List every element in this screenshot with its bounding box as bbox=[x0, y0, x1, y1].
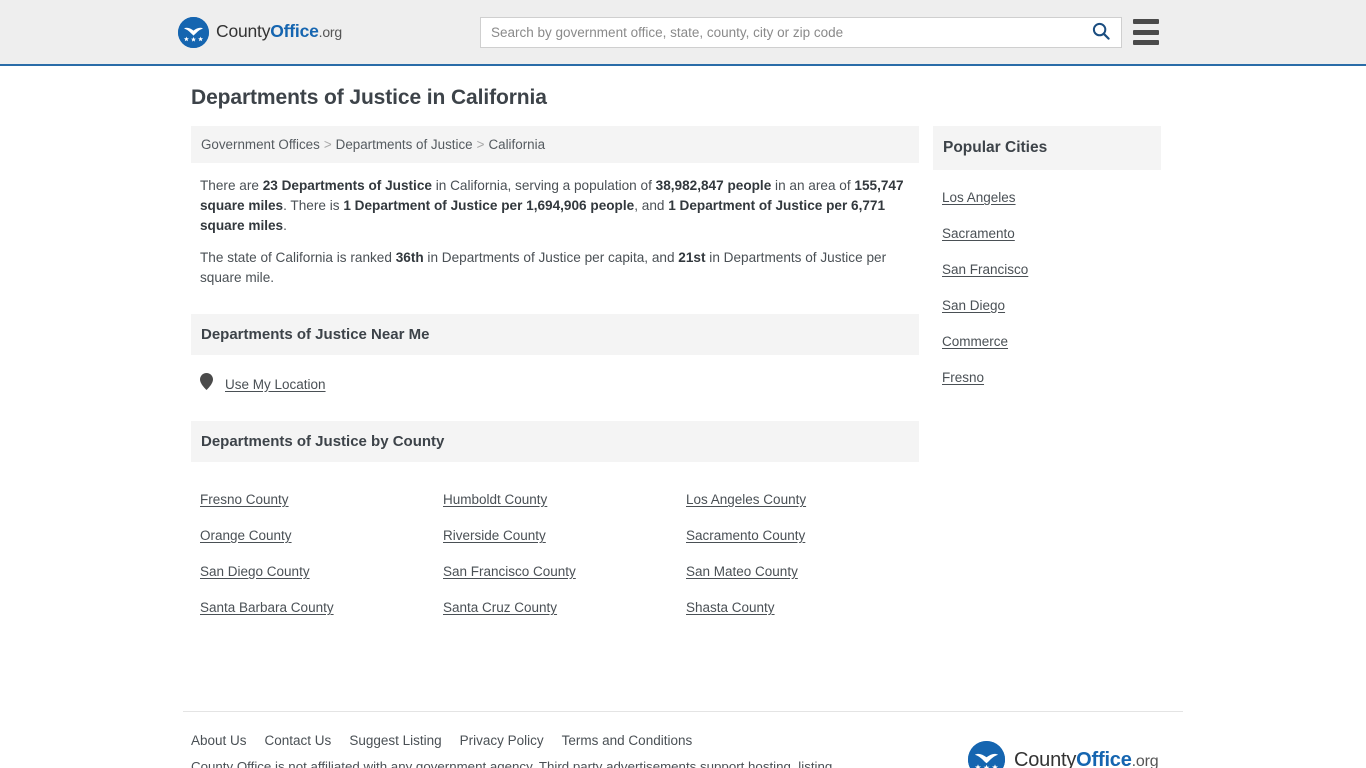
sidebar: Popular Cities Los Angeles Sacramento Sa… bbox=[933, 126, 1161, 396]
city-link[interactable]: San Diego bbox=[942, 288, 1152, 324]
breadcrumb-item-california[interactable]: California bbox=[488, 137, 545, 152]
county-links-grid: Fresno County Humboldt County Los Angele… bbox=[191, 462, 919, 626]
stat-office-count: 23 Departments of Justice bbox=[262, 178, 432, 193]
city-link[interactable]: Fresno bbox=[942, 360, 1152, 396]
footer-logo[interactable]: CountyOffice.org bbox=[968, 741, 1159, 768]
ranking-text-fragment: in Departments of Justice per capita, an… bbox=[423, 250, 679, 265]
footer-links: About Us Contact Us Suggest Listing Priv… bbox=[191, 733, 851, 748]
intro-text-fragment: in an area of bbox=[771, 178, 855, 193]
search-input[interactable] bbox=[481, 18, 1081, 47]
brand-part-county: County bbox=[216, 21, 271, 42]
by-county-section-title: Departments of Justice by County bbox=[191, 421, 919, 462]
county-link[interactable]: Riverside County bbox=[443, 518, 686, 554]
intro-text-fragment: . There is bbox=[283, 198, 344, 213]
county-link[interactable]: Los Angeles County bbox=[686, 482, 910, 518]
popular-cities-list: Los Angeles Sacramento San Francisco San… bbox=[933, 170, 1161, 396]
footer-link-privacy-policy[interactable]: Privacy Policy bbox=[460, 733, 544, 748]
footer-link-suggest-listing[interactable]: Suggest Listing bbox=[349, 733, 441, 748]
search-bar bbox=[480, 17, 1122, 48]
city-link[interactable]: Sacramento bbox=[942, 216, 1152, 252]
county-link[interactable]: Santa Barbara County bbox=[200, 590, 443, 626]
intro-text-fragment: , and bbox=[634, 198, 669, 213]
ranking-paragraph: The state of California is ranked 36th i… bbox=[200, 248, 910, 288]
intro-text-fragment: There are bbox=[200, 178, 263, 193]
rank-per-capita: 36th bbox=[395, 250, 424, 265]
intro-text-fragment: . bbox=[283, 218, 287, 233]
hamburger-bar bbox=[1133, 40, 1159, 45]
county-link[interactable]: San Mateo County bbox=[686, 554, 910, 590]
county-link[interactable]: Orange County bbox=[200, 518, 443, 554]
county-link[interactable]: San Diego County bbox=[200, 554, 443, 590]
county-link[interactable]: Santa Cruz County bbox=[443, 590, 686, 626]
search-icon bbox=[1091, 21, 1111, 44]
brand-part-org: .org bbox=[1131, 752, 1159, 768]
breadcrumb: Government Offices > Departments of Justic… bbox=[191, 126, 919, 163]
hamburger-bar bbox=[1133, 29, 1159, 35]
intro-text-fragment: in California, serving a population of bbox=[431, 178, 656, 193]
breadcrumb-separator: > bbox=[476, 137, 485, 152]
footer-logo-text: CountyOffice.org bbox=[1014, 748, 1159, 768]
hamburger-menu-icon[interactable] bbox=[1133, 19, 1159, 45]
brand-part-org: .org bbox=[318, 24, 343, 41]
county-link[interactable]: Shasta County bbox=[686, 590, 910, 626]
use-my-location-link[interactable]: Use My Location bbox=[225, 377, 326, 392]
brand-part-office: Office bbox=[1076, 748, 1132, 768]
countyoffice-eagle-icon bbox=[968, 741, 1005, 768]
site-footer: About Us Contact Us Suggest Listing Priv… bbox=[183, 711, 1183, 768]
main-column: Government Offices > Departments of Justic… bbox=[191, 126, 919, 626]
site-header: CountyOffice.org bbox=[0, 0, 1366, 66]
county-link[interactable]: Fresno County bbox=[200, 482, 443, 518]
footer-link-about-us[interactable]: About Us bbox=[191, 733, 247, 748]
county-link[interactable]: San Francisco County bbox=[443, 554, 686, 590]
county-link[interactable]: Sacramento County bbox=[686, 518, 910, 554]
city-link[interactable]: San Francisco bbox=[942, 252, 1152, 288]
content-columns: Government Offices > Departments of Justic… bbox=[183, 126, 1183, 626]
intro-text: There are 23 Departments of Justice in C… bbox=[191, 176, 919, 288]
map-pin-icon bbox=[200, 373, 213, 395]
city-link[interactable]: Los Angeles bbox=[942, 180, 1152, 216]
brand-part-county: County bbox=[1014, 748, 1077, 768]
footer-link-terms-and-conditions[interactable]: Terms and Conditions bbox=[562, 733, 693, 748]
footer-inner: About Us Contact Us Suggest Listing Priv… bbox=[183, 712, 1183, 768]
brand-part-office: Office bbox=[270, 21, 319, 42]
footer-link-contact-us[interactable]: Contact Us bbox=[265, 733, 332, 748]
stat-ratio-per-people: 1 Department of Justice per 1,694,906 pe… bbox=[343, 198, 635, 213]
page-content: Departments of Justice in California Gov… bbox=[183, 66, 1183, 768]
county-link[interactable]: Humboldt County bbox=[443, 482, 686, 518]
popular-cities-title: Popular Cities bbox=[933, 126, 1161, 170]
breadcrumb-item-departments-of-justice[interactable]: Departments of Justice bbox=[336, 137, 473, 152]
ranking-text-fragment: The state of California is ranked bbox=[200, 250, 396, 265]
use-my-location-row: Use My Location bbox=[191, 355, 919, 399]
statistics-paragraph: There are 23 Departments of Justice in C… bbox=[200, 176, 910, 236]
breadcrumb-item-government-offices[interactable]: Government Offices bbox=[201, 137, 320, 152]
site-logo[interactable]: CountyOffice.org bbox=[178, 16, 342, 48]
breadcrumb-separator: > bbox=[323, 137, 332, 152]
page-title: Departments of Justice in California bbox=[191, 86, 547, 109]
stat-population: 38,982,847 people bbox=[655, 178, 772, 193]
footer-disclaimer-primary: County Office is not affiliated with any… bbox=[191, 759, 833, 768]
site-logo-text: CountyOffice.org bbox=[216, 23, 342, 41]
countyoffice-eagle-icon bbox=[178, 16, 209, 48]
search-button[interactable] bbox=[1081, 18, 1121, 47]
header-inner: CountyOffice.org bbox=[178, 0, 1183, 64]
city-link[interactable]: Commerce bbox=[942, 324, 1152, 360]
rank-per-square-mile: 21st bbox=[678, 250, 706, 265]
near-me-section-title: Departments of Justice Near Me bbox=[191, 314, 919, 355]
footer-left: About Us Contact Us Suggest Listing Priv… bbox=[191, 733, 851, 768]
hamburger-bar bbox=[1133, 19, 1159, 24]
